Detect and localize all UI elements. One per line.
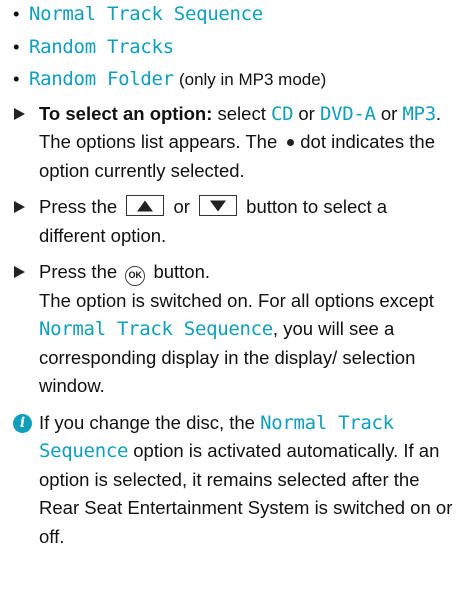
step-instruction: Press the or button to select a differen… [39,193,454,250]
option-random-folder: Random Folder [29,68,174,90]
up-arrow-button-icon [126,195,165,216]
step-text: button. [153,261,211,282]
list-item: • Normal Track Sequence [13,0,454,29]
step-text: . [435,102,441,124]
option-random-tracks: Random Tracks [29,35,174,58]
selection-dot-icon [287,138,295,146]
step-result: The options list appears. The dot indicat… [39,128,454,185]
bullet-icon: • [13,3,20,24]
info-icon: i [13,413,32,433]
list-item: • Random Folder (only in MP3 mode) [13,65,454,94]
menu-item-dvd-a: DVD-A [319,102,376,125]
menu-item-mp3: MP3 [402,102,436,125]
step-result: The option is switched on. For all optio… [39,287,454,401]
bullet-icon: • [13,35,20,57]
step-text: or [173,196,190,217]
note-text-part: If you change the disc, the [39,411,255,433]
option-random-folder-note: (only in MP3 mode) [178,70,327,89]
info-note: i If you change the disc, the Normal Tra… [13,409,454,552]
ok-button-icon: OK [125,266,146,286]
step-lead: To select an option: [39,102,213,124]
step-text: or [298,102,315,124]
step-instruction: To select an option: select CD or DVD-A … [39,100,454,129]
down-arrow-button-icon [199,195,238,216]
manual-page: • Normal Track Sequence • Random Tracks … [0,0,464,609]
step-arrow-icon [14,201,25,213]
step-text: or [380,102,398,124]
menu-item-cd: CD [270,102,294,125]
step-text: Press the [39,196,118,217]
result-text: The option is switched on. For all optio… [39,289,434,311]
option-normal-track-sequence: Normal Track Sequence [39,318,273,340]
step-select-option: To select an option: select CD or DVD-A … [13,100,454,186]
step-text: Press the [39,261,118,282]
list-item: • Random Tracks [13,33,454,62]
step-change-option: Press the or button to select a differen… [13,193,454,250]
options-list: • Normal Track Sequence • Random Tracks … [13,0,454,94]
step-arrow-icon [14,266,25,278]
result-text: The options list appears. The [39,131,278,152]
option-normal-track-sequence: Normal Track Sequence [29,3,263,25]
step-text: select [217,102,266,124]
bullet-icon: • [13,68,20,89]
note-text: If you change the disc, the Normal Track… [39,409,454,552]
step-confirm-option: Press the OK button. The option is switc… [13,258,454,401]
step-instruction: Press the OK button. [39,258,454,287]
step-arrow-icon [14,107,25,120]
